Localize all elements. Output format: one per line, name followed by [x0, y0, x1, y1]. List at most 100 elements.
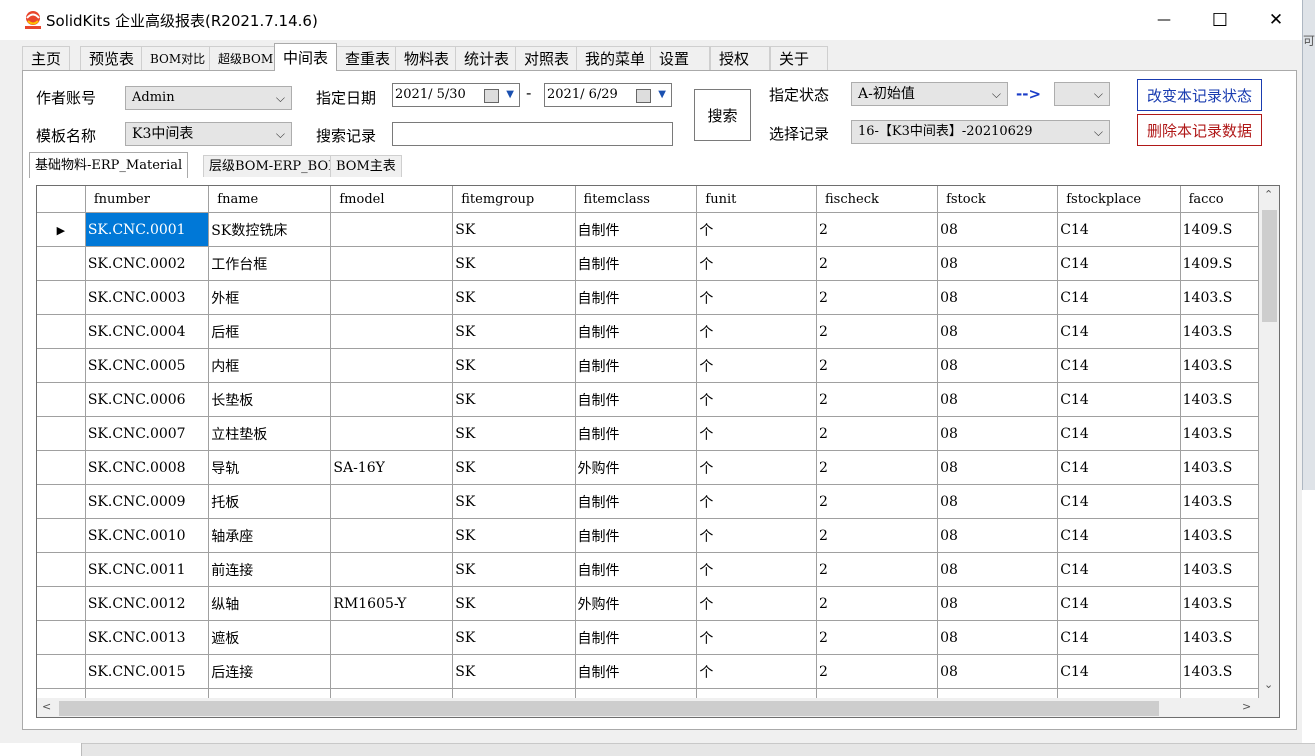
table-cell[interactable]: 自制件 [575, 518, 698, 553]
table-cell[interactable] [575, 688, 698, 698]
tab-intermediate-table[interactable]: 中间表 [274, 43, 338, 71]
scroll-up-icon[interactable]: ⌃ [1264, 188, 1273, 201]
column-header[interactable]: fstockplace [1057, 186, 1181, 213]
row-header[interactable] [37, 688, 86, 698]
table-cell[interactable]: 个 [696, 620, 817, 655]
table-cell[interactable]: 1403.S [1180, 518, 1259, 553]
row-header[interactable] [37, 484, 86, 519]
table-cell[interactable]: 08 [937, 484, 1059, 519]
table-row[interactable]: ▶ SK.CNC.0001 SK数控铣床 SK 自制件个 2 08 C14 1409.S [37, 212, 1259, 247]
subtab-erp-material[interactable]: 基础物料-ERP_Material [29, 152, 189, 178]
table-cell[interactable]: SK.CNC.0002 [85, 246, 210, 281]
record-select[interactable]: 16-【K3中间表】-20210629 ⌵ [851, 120, 1110, 144]
table-cell[interactable]: 2 [816, 246, 939, 281]
table-cell[interactable]: 托板 [208, 484, 332, 519]
table-cell[interactable]: C14 [1057, 212, 1181, 247]
table-cell[interactable]: 自制件 [575, 382, 698, 417]
table-row[interactable]: SK.CNC.0013 遮板 SK 自制件个 2 08 C14 1403.S [37, 620, 1259, 655]
table-cell[interactable] [330, 314, 454, 349]
table-row[interactable]: SK.CNC.0003 外框 SK 自制件个 2 08 C14 1403.S [37, 280, 1259, 315]
table-cell[interactable]: 1409.S [1180, 212, 1259, 247]
table-cell[interactable]: C14 [1057, 280, 1181, 315]
table-cell[interactable]: SK [452, 314, 576, 349]
table-row[interactable]: SK.CNC.0005 内框 SK 自制件个 2 08 C14 1403.S [37, 348, 1259, 383]
table-cell[interactable]: 1403.S [1180, 348, 1259, 383]
table-row[interactable]: SK.CNC.0009 托板 SK 自制件个 2 08 C14 1403.S [37, 484, 1259, 519]
table-cell[interactable]: SK [452, 450, 576, 485]
table-cell[interactable]: C14 [1057, 654, 1181, 689]
table-row[interactable]: SK.CNC.0002 工作台框 SK 自制件个 2 08 C14 1409.S [37, 246, 1259, 281]
table-cell[interactable] [330, 416, 454, 451]
table-cell[interactable]: 个 [696, 654, 817, 689]
table-cell[interactable] [1180, 688, 1259, 698]
column-header[interactable]: fischeck [816, 186, 939, 213]
table-cell[interactable]: 2 [816, 586, 939, 621]
table-cell[interactable]: 2 [816, 416, 939, 451]
tab-license[interactable]: 授权 [710, 46, 770, 70]
table-row[interactable]: SK.CNC.0007 立柱垫板 SK 自制件个 2 08 C14 1403.S [37, 416, 1259, 451]
change-status-button[interactable]: 改变本记录状态 [1137, 79, 1262, 111]
table-cell[interactable] [85, 688, 210, 698]
subtab-bom-master[interactable]: BOM主表 [330, 155, 402, 177]
table-cell[interactable] [1057, 688, 1181, 698]
table-cell[interactable]: 08 [937, 212, 1059, 247]
table-cell[interactable]: 个 [696, 450, 817, 485]
table-cell[interactable] [330, 654, 454, 689]
table-cell[interactable] [696, 688, 817, 698]
table-cell[interactable]: C14 [1057, 416, 1181, 451]
table-cell[interactable]: 1403.S [1180, 280, 1259, 315]
table-cell[interactable]: 2 [816, 348, 939, 383]
table-row[interactable]: SK.CNC.0004 后框 SK 自制件个 2 08 C14 1403.S [37, 314, 1259, 349]
table-cell[interactable]: SK [452, 382, 576, 417]
table-cell[interactable]: C14 [1057, 586, 1181, 621]
table-cell[interactable]: 1403.S [1180, 416, 1259, 451]
table-cell[interactable]: SK [452, 246, 576, 281]
table-cell[interactable]: 1403.S [1180, 314, 1259, 349]
table-cell[interactable]: 纵轴 [208, 586, 332, 621]
horizontal-scroll-thumb[interactable] [59, 701, 1159, 716]
table-cell[interactable] [330, 518, 454, 553]
tab-statistics[interactable]: 统计表 [455, 46, 519, 70]
row-header[interactable] [37, 246, 86, 281]
column-header[interactable]: fnumber [85, 186, 210, 213]
table-cell[interactable]: SK.CNC.0011 [85, 552, 210, 587]
table-cell[interactable]: 个 [696, 212, 817, 247]
tab-material-table[interactable]: 物料表 [395, 46, 459, 70]
table-cell[interactable]: SK [452, 484, 576, 519]
column-header[interactable]: facco [1180, 186, 1259, 213]
table-cell[interactable]: 2 [816, 552, 939, 587]
table-cell[interactable]: 长垫板 [208, 382, 332, 417]
table-cell[interactable]: 遮板 [208, 620, 332, 655]
table-cell[interactable]: C14 [1057, 348, 1181, 383]
close-button[interactable]: ✕ [1248, 0, 1304, 40]
tab-super-bom[interactable]: 超级BOM [209, 46, 283, 70]
table-cell[interactable]: 个 [696, 246, 817, 281]
table-cell[interactable]: 个 [696, 280, 817, 315]
tab-bom-compare[interactable]: BOM对比 [141, 46, 215, 70]
table-cell[interactable] [330, 212, 454, 247]
table-cell[interactable]: SK.CNC.0010 [85, 518, 210, 553]
table-cell[interactable]: 08 [937, 416, 1059, 451]
table-cell[interactable]: 08 [937, 348, 1059, 383]
table-cell[interactable]: 个 [696, 416, 817, 451]
table-cell[interactable]: SK.CNC.0013 [85, 620, 210, 655]
row-header[interactable] [37, 348, 86, 383]
delete-record-button[interactable]: 删除本记录数据 [1137, 114, 1262, 146]
table-row[interactable]: SK.CNC.0010 轴承座 SK 自制件个 2 08 C14 1403.S [37, 518, 1259, 553]
table-cell[interactable]: 轴承座 [208, 518, 332, 553]
table-row[interactable]: SK.CNC.0012 纵轴 RM1605-Y SK 外购件个 2 08 C14 1403.S [37, 586, 1259, 621]
date-to-picker[interactable]: 2021/ 6/29 ▼ [544, 83, 672, 107]
table-cell[interactable]: 后连接 [208, 654, 332, 689]
table-cell[interactable]: 08 [937, 552, 1059, 587]
table-cell[interactable]: 自制件 [575, 620, 698, 655]
table-cell[interactable]: SK [452, 620, 576, 655]
scroll-left-icon[interactable]: < [42, 700, 51, 713]
author-select[interactable]: Admin ⌵ [125, 86, 292, 110]
table-cell[interactable]: SK [452, 586, 576, 621]
table-row[interactable]: SK.CNC.0015 后连接 SK 自制件个 2 08 C14 1403.S [37, 654, 1259, 689]
table-cell[interactable]: SA-16Y [330, 450, 454, 485]
template-select[interactable]: K3中间表 ⌵ [125, 122, 292, 146]
row-header[interactable] [37, 280, 86, 315]
table-cell[interactable]: 个 [696, 484, 817, 519]
table-cell[interactable]: RM1605-Y [330, 586, 454, 621]
